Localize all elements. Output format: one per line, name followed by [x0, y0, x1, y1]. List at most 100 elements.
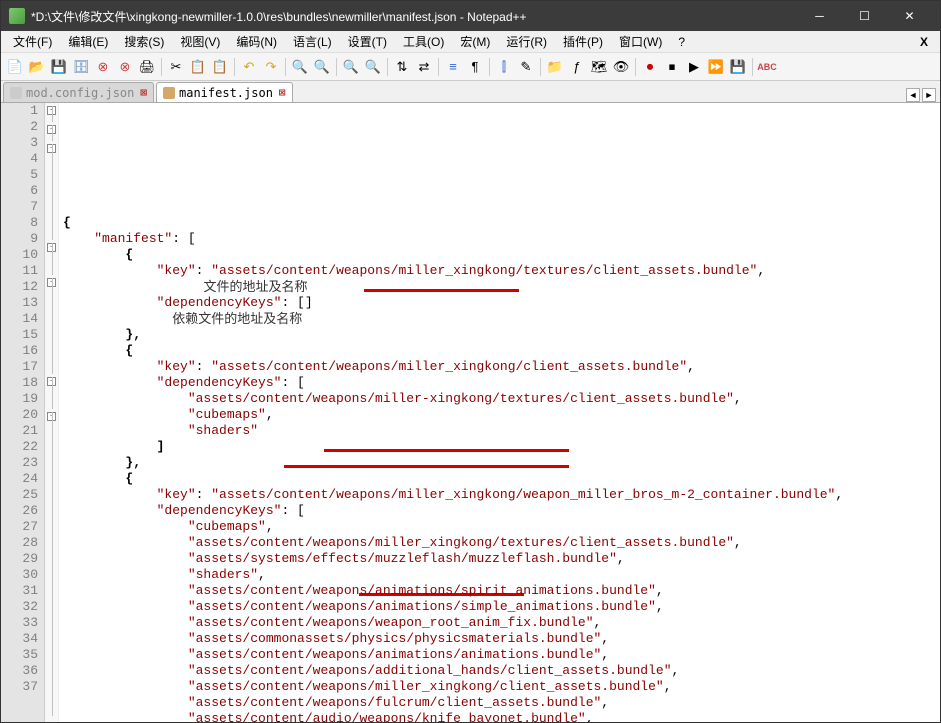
code-line[interactable]: "assets/content/weapons/animations/simpl…	[63, 599, 940, 615]
spellcheck-icon[interactable]: ABC	[757, 57, 777, 77]
code-line[interactable]: "key": "assets/content/weapons/miller_xi…	[63, 263, 940, 279]
save-macro-icon[interactable]: 💾	[728, 57, 748, 77]
code-line[interactable]: {	[63, 215, 940, 231]
tab-mod-config[interactable]: mod.config.json ⊠	[3, 82, 154, 102]
code-line[interactable]: "assets/content/weapons/animations/spiri…	[63, 583, 940, 599]
code-line[interactable]: {	[63, 343, 940, 359]
menu-settings[interactable]: 设置(T)	[340, 31, 395, 52]
menu-window[interactable]: 窗口(W)	[611, 31, 670, 52]
function-list-icon[interactable]: ƒ	[567, 57, 587, 77]
close-all-icon[interactable]: ⊗	[115, 57, 135, 77]
code-line[interactable]: 文件的地址及名称	[63, 279, 940, 295]
menu-macro[interactable]: 宏(M)	[452, 31, 498, 52]
menu-search[interactable]: 搜索(S)	[116, 31, 172, 52]
tab-label: manifest.json	[179, 86, 273, 100]
doc-map-icon[interactable]: 🗺	[589, 57, 609, 77]
paste-icon[interactable]: 📋	[210, 57, 230, 77]
menubar: 文件(F) 编辑(E) 搜索(S) 视图(V) 编码(N) 语言(L) 设置(T…	[1, 31, 940, 53]
menu-run[interactable]: 运行(R)	[498, 31, 555, 52]
cut-icon[interactable]: ✂	[166, 57, 186, 77]
menu-plugins[interactable]: 插件(P)	[555, 31, 611, 52]
menu-tools[interactable]: 工具(O)	[395, 31, 452, 52]
find-icon[interactable]: 🔍	[290, 57, 310, 77]
line-number-gutter: 1234567891011121314151617181920212223242…	[1, 103, 45, 722]
new-file-icon[interactable]: 📄	[5, 57, 25, 77]
code-line[interactable]: "shaders",	[63, 567, 940, 583]
app-icon	[9, 8, 25, 24]
folder-doc-icon[interactable]: 📁	[545, 57, 565, 77]
code-line[interactable]: "assets/content/weapons/weapon_root_anim…	[63, 615, 940, 631]
menu-view[interactable]: 视图(V)	[172, 31, 228, 52]
code-line[interactable]: "dependencyKeys": [	[63, 503, 940, 519]
code-line[interactable]: "assets/content/audio/weapons/knife_bayo…	[63, 711, 940, 722]
show-all-chars-icon[interactable]: ¶	[465, 57, 485, 77]
code-line[interactable]: "assets/content/weapons/miller_xingkong/…	[63, 679, 940, 695]
menu-encoding[interactable]: 编码(N)	[228, 31, 285, 52]
play-icon[interactable]: ▶	[684, 57, 704, 77]
minimize-button[interactable]: ─	[797, 1, 842, 31]
code-editor[interactable]: 1234567891011121314151617181920212223242…	[1, 103, 940, 722]
menu-help[interactable]: ?	[670, 33, 693, 51]
undo-icon[interactable]: ↶	[239, 57, 259, 77]
maximize-button[interactable]: ☐	[842, 1, 887, 31]
code-line[interactable]: "assets/content/weapons/miller_xingkong/…	[63, 535, 940, 551]
tab-close-icon[interactable]: ⊠	[140, 86, 147, 99]
code-line[interactable]: "assets/content/weapons/miller-xingkong/…	[63, 391, 940, 407]
code-line[interactable]: ]	[63, 439, 940, 455]
menu-language[interactable]: 语言(L)	[285, 31, 340, 52]
code-line[interactable]: {	[63, 247, 940, 263]
replace-icon[interactable]: 🔍	[312, 57, 332, 77]
zoom-out-icon[interactable]: 🔍	[363, 57, 383, 77]
code-line[interactable]: "assets/content/weapons/additional_hands…	[63, 663, 940, 679]
open-file-icon[interactable]: 📂	[27, 57, 47, 77]
wordwrap-icon[interactable]: ≡	[443, 57, 463, 77]
record-icon[interactable]: ⏺	[640, 57, 660, 77]
sync-v-icon[interactable]: ⇅	[392, 57, 412, 77]
code-line[interactable]: "assets/content/weapons/fulcrum/client_a…	[63, 695, 940, 711]
file-icon	[10, 87, 22, 99]
menu-close-x[interactable]: X	[912, 35, 936, 49]
code-line[interactable]: "cubemaps",	[63, 519, 940, 535]
close-file-icon[interactable]: ⊗	[93, 57, 113, 77]
redo-icon[interactable]: ↷	[261, 57, 281, 77]
close-window-button[interactable]: ✕	[887, 1, 932, 31]
indent-guide-icon[interactable]: ⫿	[494, 57, 514, 77]
code-line[interactable]: "assets/systems/effects/muzzleflash/muzz…	[63, 551, 940, 567]
tab-label: mod.config.json	[26, 86, 134, 100]
tabbar: mod.config.json ⊠ manifest.json ⊠ ◄ ►	[1, 81, 940, 103]
save-icon[interactable]: 💾	[49, 57, 69, 77]
monitor-icon[interactable]: 👁	[611, 57, 631, 77]
titlebar: *D:\文件\修改文件\xingkong-newmiller-1.0.0\res…	[1, 1, 940, 31]
code-line[interactable]: "key": "assets/content/weapons/miller_xi…	[63, 359, 940, 375]
tab-prev-button[interactable]: ◄	[906, 88, 920, 102]
user-lang-icon[interactable]: ✎	[516, 57, 536, 77]
tab-manifest[interactable]: manifest.json ⊠	[156, 82, 293, 102]
zoom-in-icon[interactable]: 🔍	[341, 57, 361, 77]
file-modified-icon	[163, 87, 175, 99]
menu-edit[interactable]: 编辑(E)	[60, 31, 116, 52]
code-line[interactable]: "dependencyKeys": []	[63, 295, 940, 311]
code-line[interactable]: "assets/commonassets/physics/physicsmate…	[63, 631, 940, 647]
code-line[interactable]: "key": "assets/content/weapons/miller_xi…	[63, 487, 940, 503]
code-line[interactable]: "assets/content/weapons/animations/anima…	[63, 647, 940, 663]
save-all-icon[interactable]: 🗄	[71, 57, 91, 77]
code-line[interactable]: "shaders"	[63, 423, 940, 439]
code-line[interactable]: },	[63, 327, 940, 343]
sync-h-icon[interactable]: ⇄	[414, 57, 434, 77]
code-line[interactable]: "dependencyKeys": [	[63, 375, 940, 391]
code-line[interactable]: },	[63, 455, 940, 471]
tab-close-icon[interactable]: ⊠	[279, 86, 286, 99]
code-line[interactable]: {	[63, 471, 940, 487]
print-icon[interactable]: 🖨	[137, 57, 157, 77]
code-line[interactable]: "manifest": [	[63, 231, 940, 247]
tab-next-button[interactable]: ►	[922, 88, 936, 102]
copy-icon[interactable]: 📋	[188, 57, 208, 77]
menu-file[interactable]: 文件(F)	[5, 31, 60, 52]
fold-gutter[interactable]: -------	[45, 103, 59, 722]
toolbar: 📄 📂 💾 🗄 ⊗ ⊗ 🖨 ✂ 📋 📋 ↶ ↷ 🔍 🔍 🔍 🔍 ⇅ ⇄ ≡ ¶ …	[1, 53, 940, 81]
code-line[interactable]: 依赖文件的地址及名称	[63, 311, 940, 327]
play-multi-icon[interactable]: ⏩	[706, 57, 726, 77]
code-area[interactable]: { "manifest": [ { "key": "assets/content…	[59, 103, 940, 722]
code-line[interactable]: "cubemaps",	[63, 407, 940, 423]
stop-icon[interactable]: ⏹	[662, 57, 682, 77]
